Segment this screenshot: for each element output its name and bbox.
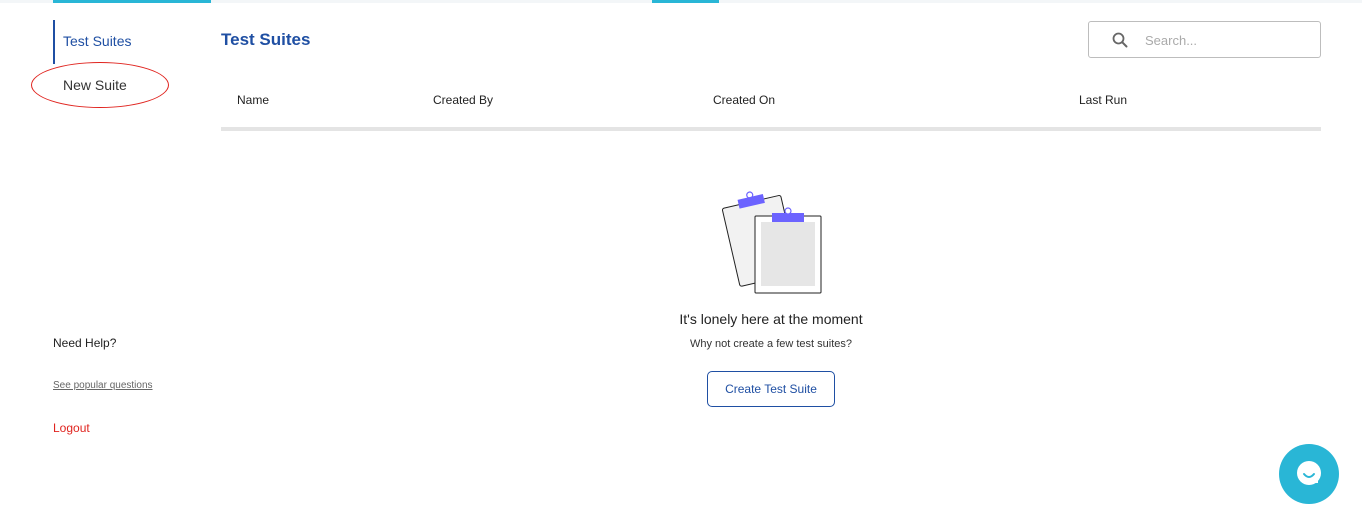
- column-header-last-run[interactable]: Last Run: [1079, 93, 1127, 107]
- popular-questions-link[interactable]: See popular questions: [53, 380, 153, 391]
- page-title: Test Suites: [221, 30, 311, 49]
- table-header: Name Created By Created On Last Run: [221, 88, 1321, 131]
- sidebar-item-test-suites[interactable]: Test Suites: [53, 20, 203, 64]
- create-test-suite-button[interactable]: Create Test Suite: [707, 371, 835, 407]
- chat-launcher-button[interactable]: [1279, 444, 1339, 504]
- clipboard-icon: [721, 191, 822, 294]
- top-progress-bar: [0, 0, 1362, 3]
- column-header-created-on[interactable]: Created On: [713, 93, 775, 107]
- search-input[interactable]: [1145, 29, 1310, 51]
- annotation-circle: [31, 62, 169, 108]
- search-icon: [1112, 32, 1128, 48]
- chat-bubble-icon: [1297, 461, 1321, 485]
- search-box[interactable]: [1088, 21, 1321, 58]
- empty-state-subtitle-text: Why not create a few test suites?: [689, 338, 853, 350]
- column-header-name[interactable]: Name: [237, 93, 269, 107]
- empty-state-subtitle: Why not create a few test suites?: [0, 338, 1362, 350]
- empty-state-title-text: It's lonely here at the moment: [679, 311, 863, 327]
- empty-state-title: It's lonely here at the moment: [0, 311, 1362, 327]
- logout-link[interactable]: Logout: [53, 421, 90, 435]
- column-header-created-by[interactable]: Created By: [433, 93, 493, 107]
- top-bar-segment-right: [652, 0, 719, 3]
- top-bar-segment-left: [53, 0, 211, 3]
